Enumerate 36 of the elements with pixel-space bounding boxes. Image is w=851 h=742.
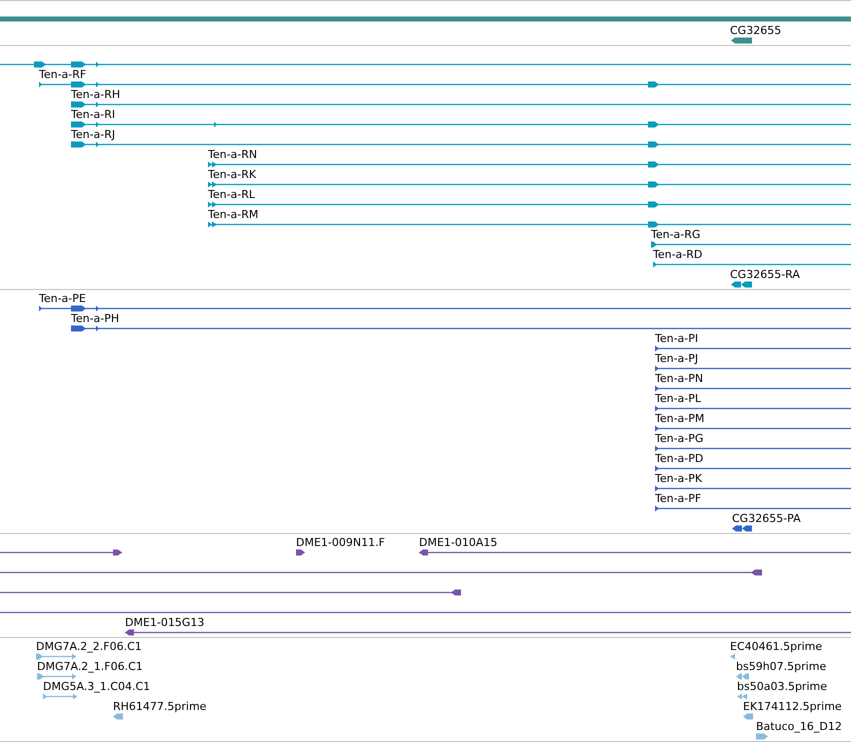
clone-label: DME1-015G13 — [125, 616, 204, 629]
protein-label: Ten-a-PH — [71, 312, 120, 325]
read-label: DMG5A.3_1.C04.C1 — [43, 680, 150, 693]
transcript-label: Ten-a-RJ — [71, 128, 116, 141]
transcript-label: Ten-a-RH — [71, 88, 120, 101]
transcript-label: Ten-a-RK — [208, 168, 256, 181]
read-label: bs50a03.5prime — [737, 680, 827, 693]
gene-label: CG32655 — [730, 24, 782, 37]
transcript-label: Ten-a-RG — [651, 228, 700, 241]
transcript-label: CG32655-RA — [730, 268, 800, 281]
protein-label: Ten-a-PD — [655, 452, 704, 465]
read-label: bs59h07.5prime — [736, 660, 826, 673]
protein-label: Ten-a-PJ — [655, 352, 698, 365]
read-label: RH61477.5prime — [113, 700, 206, 713]
transcript-label: Ten-a-RN — [208, 148, 258, 161]
protein-label: Ten-a-PN — [655, 372, 704, 385]
transcript-label: Ten-a-RI — [71, 108, 116, 121]
protein-label: Ten-a-PF — [655, 492, 702, 505]
read-label: DMG7A.2_2.F06.C1 — [36, 640, 142, 653]
protein-label: Ten-a-PG — [655, 432, 704, 445]
transcript-label: Ten-a-RF — [39, 68, 86, 81]
protein-label: Ten-a-PK — [655, 472, 702, 485]
transcript-label: Ten-a-RD — [653, 248, 702, 261]
read-label: EC40461.5prime — [730, 640, 822, 653]
read-label: DMG7A.2_1.F06.C1 — [37, 660, 143, 673]
read-label: Batuco_16_D12 — [756, 720, 842, 733]
transcript-label: Ten-a-RL — [208, 188, 256, 201]
read-label: EK174112.5prime — [743, 700, 842, 713]
clone-label: DME1-010A15 — [419, 536, 498, 549]
clone-label: DME1-009N11.F — [296, 536, 385, 549]
protein-label: Ten-a-PE — [39, 292, 86, 305]
protein-label: Ten-a-PI — [655, 332, 698, 345]
protein-label: CG32655-PA — [732, 512, 801, 525]
protein-label: Ten-a-PM — [655, 412, 704, 425]
transcript-label: Ten-a-RM — [208, 208, 258, 221]
protein-label: Ten-a-PL — [655, 392, 702, 405]
